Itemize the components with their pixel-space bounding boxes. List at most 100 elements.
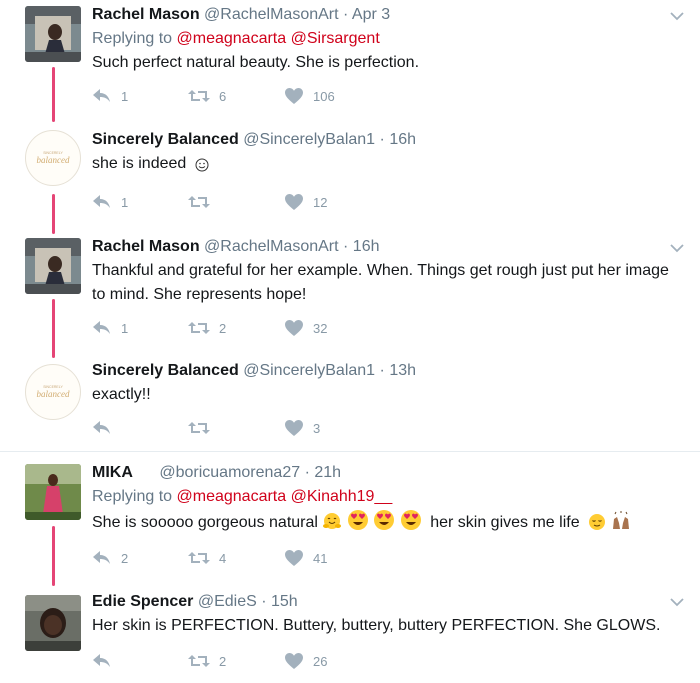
replying-to: Replying to @meagnacarta @Kinahh19__ <box>92 487 670 507</box>
like-button[interactable]: 32 <box>284 318 327 338</box>
retweet-button[interactable]: 2 <box>188 651 226 671</box>
retweet-icon <box>188 550 210 566</box>
tweet[interactable]: SINCERELY balanced Sincerely Balanced @S… <box>0 358 700 450</box>
mention-link[interactable]: @meagnacarta <box>177 488 287 505</box>
timestamp[interactable]: Apr 3 <box>352 6 390 23</box>
reply-button[interactable] <box>92 418 121 438</box>
timestamp[interactable]: 15h <box>271 593 298 610</box>
tweet[interactable]: Rachel Mason @RachelMasonArt · 16h Thank… <box>0 232 700 358</box>
mention-link[interactable]: @meagnacarta <box>177 30 287 47</box>
separator: · <box>343 6 349 23</box>
heart-icon <box>284 193 304 211</box>
separator: · <box>379 362 385 379</box>
tweet-text: she is indeed <box>92 152 670 176</box>
separator: · <box>343 238 349 255</box>
avatar-logo-text: balanced <box>37 155 70 165</box>
heart-eyes-emoji-icon <box>374 510 395 530</box>
like-button[interactable]: 3 <box>284 418 320 438</box>
reply-count: 1 <box>121 194 129 210</box>
username[interactable]: @RachelMasonArt <box>204 238 339 255</box>
retweet-count: 2 <box>219 320 227 336</box>
replying-to-label: Replying to <box>92 30 173 47</box>
reply-button[interactable]: 1 <box>92 192 128 212</box>
timestamp[interactable]: 16h <box>353 238 380 255</box>
avatar-image-icon <box>25 6 81 62</box>
avatar[interactable] <box>25 464 81 520</box>
heart-icon <box>284 652 304 670</box>
display-name[interactable]: Sincerely Balanced <box>92 131 239 148</box>
tweet-text: Her skin is PERFECTION. Buttery, buttery… <box>92 617 661 634</box>
display-name[interactable]: MIKA <box>92 464 133 481</box>
tweet[interactable]: MIKA @boricuamorena27 · 21h Replying to … <box>0 452 700 586</box>
tweet-text: She is sooooo gorgeous natural her skin … <box>92 509 670 535</box>
tweet[interactable]: SINCERELY balanced Sincerely Balanced @S… <box>0 122 700 234</box>
username[interactable]: @EdieS <box>198 593 257 610</box>
display-name[interactable]: Rachel Mason <box>92 6 200 23</box>
separator: · <box>304 464 310 481</box>
retweet-button[interactable] <box>188 418 219 438</box>
tweet-text: exactly!! <box>92 386 151 403</box>
timestamp[interactable]: 21h <box>314 464 341 481</box>
retweet-button[interactable]: 2 <box>188 318 226 338</box>
smiling-face-emoji-icon <box>195 158 209 172</box>
avatar[interactable] <box>25 238 81 294</box>
username[interactable]: @SincerelyBalan1 <box>243 362 375 379</box>
like-button[interactable]: 26 <box>284 651 327 671</box>
username[interactable]: @boricuamorena27 <box>159 464 300 481</box>
tweet-text-part: her skin gives me life <box>430 514 580 531</box>
relieved-face-emoji-icon <box>589 514 606 530</box>
mention-link[interactable]: @Kinahh19__ <box>291 488 393 505</box>
username[interactable]: @RachelMasonArt <box>204 6 339 23</box>
timestamp[interactable]: 16h <box>389 131 416 148</box>
avatar[interactable]: SINCERELY balanced <box>25 130 81 186</box>
tweet-text-body: she is indeed <box>92 155 187 172</box>
avatar-image-icon <box>25 464 81 520</box>
reply-button[interactable] <box>92 651 121 671</box>
reply-count: 1 <box>121 320 129 336</box>
reply-button[interactable]: 1 <box>92 86 128 106</box>
retweet-icon <box>188 194 210 210</box>
chevron-down-icon[interactable] <box>669 594 685 610</box>
like-count: 32 <box>313 320 328 336</box>
like-count: 3 <box>313 420 321 436</box>
like-button[interactable]: 106 <box>284 86 335 106</box>
heart-eyes-emoji-icon <box>400 510 421 530</box>
reply-button[interactable]: 2 <box>92 548 128 568</box>
replying-to-label: Replying to <box>92 488 173 505</box>
display-name[interactable]: Rachel Mason <box>92 238 200 255</box>
retweet-count: 6 <box>219 88 227 104</box>
like-count: 106 <box>313 88 335 104</box>
thread-line <box>52 194 55 234</box>
retweet-button[interactable]: 6 <box>188 86 226 106</box>
display-name[interactable]: Edie Spencer <box>92 593 193 610</box>
retweet-count: 4 <box>219 550 227 566</box>
avatar-logo-text: balanced <box>37 389 70 399</box>
heart-icon <box>284 549 304 567</box>
avatar[interactable] <box>25 595 81 651</box>
tweet[interactable]: Edie Spencer @EdieS · 15h Her skin is PE… <box>0 584 700 683</box>
reply-button[interactable]: 1 <box>92 318 128 338</box>
heart-icon <box>284 319 304 337</box>
like-button[interactable]: 12 <box>284 192 327 212</box>
retweet-button[interactable]: 4 <box>188 548 226 568</box>
avatar-image-icon <box>25 595 81 651</box>
tweet[interactable]: Rachel Mason @RachelMasonArt · Apr 3 Rep… <box>0 0 700 122</box>
timestamp[interactable]: 13h <box>389 362 416 379</box>
balanced-logo-icon: SINCERELY balanced <box>37 151 70 165</box>
like-count: 26 <box>313 653 328 669</box>
like-button[interactable]: 41 <box>284 548 327 568</box>
retweet-button[interactable] <box>188 192 219 212</box>
avatar[interactable] <box>25 6 81 62</box>
username[interactable]: @SincerelyBalan1 <box>243 131 375 148</box>
tweet-text: Such perfect natural beauty. She is perf… <box>92 54 420 71</box>
chevron-down-icon[interactable] <box>669 240 685 256</box>
mention-link[interactable]: @Sirsargent <box>291 30 380 47</box>
display-name[interactable]: Sincerely Balanced <box>92 362 239 379</box>
avatar[interactable]: SINCERELY balanced <box>25 364 81 420</box>
heart-icon <box>284 419 304 437</box>
retweet-icon <box>188 320 210 336</box>
reply-icon <box>92 550 112 566</box>
thread-line <box>52 526 55 586</box>
reply-icon <box>92 420 112 436</box>
chevron-down-icon[interactable] <box>669 8 685 24</box>
